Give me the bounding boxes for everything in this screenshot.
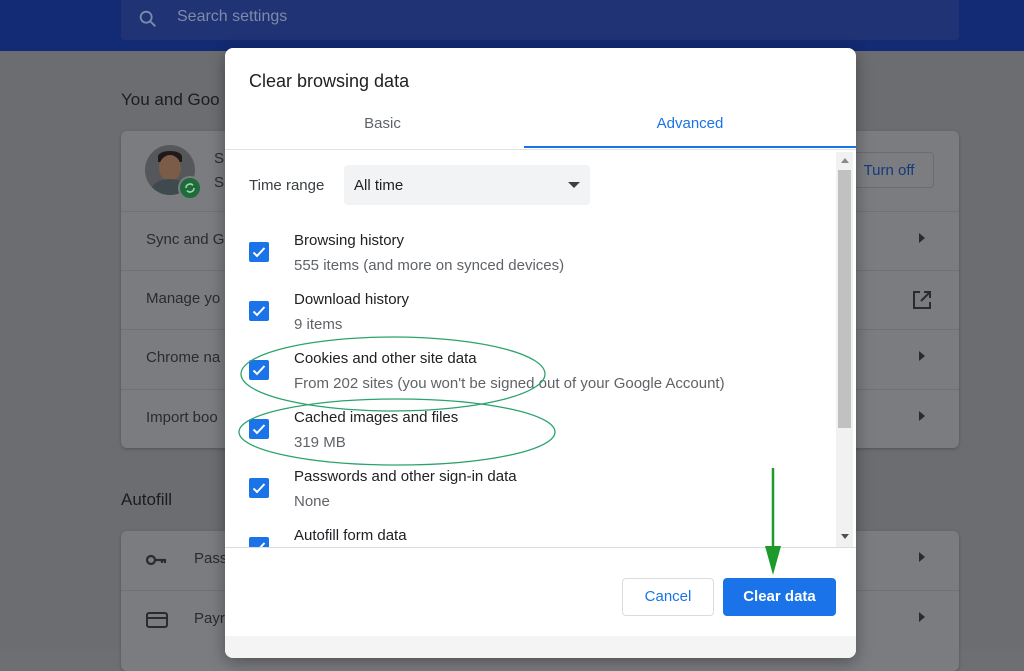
search-bar[interactable]: Search settings <box>121 0 959 40</box>
footer-divider <box>225 547 856 548</box>
option-subtitle: 319 MB <box>294 434 346 451</box>
row-label: Chrome na <box>146 349 221 366</box>
tab-advanced[interactable]: Advanced <box>524 106 856 150</box>
dialog-title: Clear browsing data <box>249 71 410 91</box>
checkmark-icon <box>252 247 266 258</box>
option-subtitle: From 202 sites (you won't be signed out … <box>294 375 725 392</box>
row-label: Sync and G <box>146 231 225 248</box>
option-title: Cookies and other site data <box>294 350 477 367</box>
time-range-select[interactable]: All time <box>344 165 590 205</box>
search-input[interactable]: Search settings <box>177 8 287 26</box>
option-autofill-form-data[interactable]: Autofill form data <box>225 527 825 547</box>
row-label: Manage yo <box>146 290 221 307</box>
turn-off-sync-button[interactable]: Turn off <box>844 152 934 188</box>
checkmark-icon <box>252 483 266 494</box>
dialog-tabs: Basic Advanced <box>225 106 856 150</box>
clear-browsing-data-dialog: Clear browsing data Basic Advanced Time … <box>225 48 856 658</box>
checkbox-cached-images[interactable] <box>249 419 269 439</box>
dropdown-arrow-icon <box>568 182 580 188</box>
checkmark-icon <box>252 306 266 317</box>
scroll-down-arrow-icon[interactable] <box>841 534 849 539</box>
chevron-right-icon <box>919 411 925 421</box>
sync-icon <box>178 176 202 200</box>
options-scroll-area[interactable]: Time range All time Browsing history 555… <box>225 150 856 547</box>
option-title: Browsing history <box>294 232 405 249</box>
chevron-right-icon <box>919 233 925 243</box>
row-label: Payr <box>194 610 225 627</box>
checkmark-icon <box>252 424 266 435</box>
checkbox-passwords[interactable] <box>249 478 269 498</box>
settings-toolbar: Search settings <box>0 0 1024 51</box>
active-tab-indicator <box>524 146 856 148</box>
option-passwords[interactable]: Passwords and other sign-in data None <box>225 468 825 527</box>
section-title-you-and-google: You and Goo <box>121 90 220 109</box>
profile-name: S <box>214 150 225 167</box>
chevron-right-icon <box>919 612 925 622</box>
option-cached-images[interactable]: Cached images and files 319 MB <box>225 409 825 468</box>
section-title-autofill: Autofill <box>121 490 173 509</box>
option-subtitle: 9 items <box>294 316 343 333</box>
scroll-up-arrow-icon[interactable] <box>841 158 849 163</box>
checkbox-download-history[interactable] <box>249 301 269 321</box>
chevron-right-icon <box>919 552 925 562</box>
scrollbar-thumb[interactable] <box>838 170 851 428</box>
option-title: Download history <box>294 291 410 308</box>
checkbox-browsing-history[interactable] <box>249 242 269 262</box>
option-title: Cached images and files <box>294 409 459 426</box>
key-icon <box>146 554 167 566</box>
credit-card-icon <box>146 612 168 628</box>
chevron-right-icon <box>919 351 925 361</box>
cancel-button[interactable]: Cancel <box>622 578 714 616</box>
tab-basic[interactable]: Basic <box>225 106 540 150</box>
checkmark-icon <box>252 365 266 376</box>
checkmark-icon <box>254 542 266 547</box>
row-label: Import boo <box>146 409 218 426</box>
option-subtitle: 555 items (and more on synced devices) <box>294 257 565 274</box>
option-download-history[interactable]: Download history 9 items <box>225 291 825 350</box>
row-label: Pass <box>194 550 228 567</box>
time-range-value: All time <box>354 177 404 194</box>
checkbox-autofill-form-data[interactable] <box>249 537 269 547</box>
dialog-footer-strip <box>225 636 856 658</box>
option-title: Passwords and other sign-in data <box>294 468 517 485</box>
profile-email: S <box>214 174 225 191</box>
time-range-label: Time range <box>249 177 325 194</box>
clear-data-button[interactable]: Clear data <box>723 578 836 616</box>
open-in-new-icon <box>913 291 931 309</box>
option-title: Autofill form data <box>294 527 407 544</box>
search-icon <box>139 10 156 27</box>
checkbox-cookies[interactable] <box>249 360 269 380</box>
option-cookies[interactable]: Cookies and other site data From 202 sit… <box>225 350 825 409</box>
option-browsing-history[interactable]: Browsing history 555 items (and more on … <box>225 232 825 291</box>
option-subtitle: None <box>294 493 330 510</box>
